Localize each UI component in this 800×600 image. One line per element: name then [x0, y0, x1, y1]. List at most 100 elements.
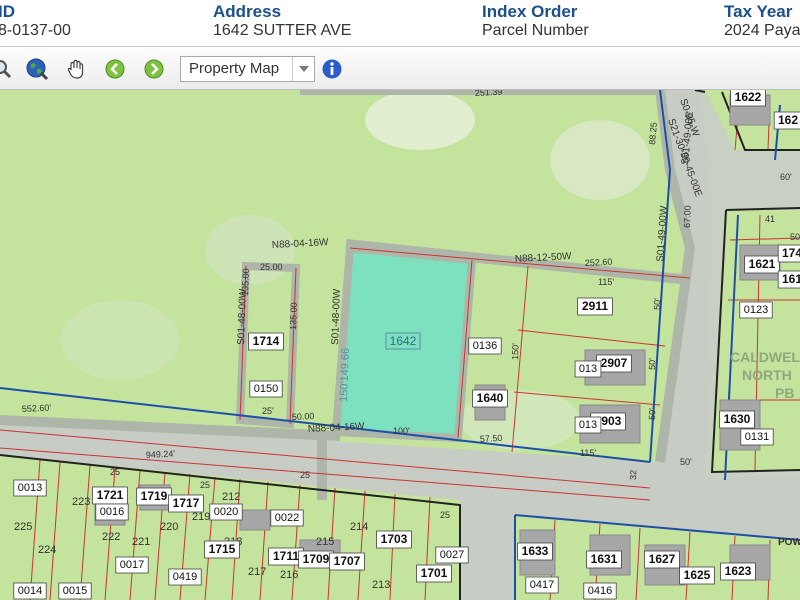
parcel-id-label[interactable]: 0027: [440, 549, 464, 561]
address-label[interactable]: 1627: [649, 552, 676, 566]
parcel-id-label[interactable]: 0419: [173, 571, 197, 583]
lot-number-label: 220: [160, 521, 178, 533]
selected-parcel-number[interactable]: 1642: [390, 334, 417, 348]
parcel-id-label[interactable]: 0016: [100, 506, 124, 518]
address-label[interactable]: 174: [782, 246, 800, 260]
dimension-label: 50': [790, 232, 800, 242]
address-label[interactable]: 1721: [97, 488, 124, 502]
map-canvas[interactable]: N88-04-16WN88-12-50WS01-48-00WS01-48-00W…: [0, 90, 800, 600]
parcel-id-label[interactable]: 013: [579, 419, 597, 431]
dimension-label: 25.00: [260, 262, 283, 272]
address-label[interactable]: 161: [782, 272, 800, 286]
address-label[interactable]: 1714: [253, 334, 280, 348]
address-label[interactable]: 2907: [601, 356, 628, 370]
parcel-id-label[interactable]: 0020: [214, 506, 238, 518]
dimension-label: 50': [647, 358, 657, 370]
parcel-id-label[interactable]: 0150: [254, 383, 278, 395]
address-label[interactable]: 1640: [477, 391, 504, 405]
address-label[interactable]: 1623: [725, 564, 752, 578]
parcel-id-label[interactable]: 0017: [120, 559, 144, 571]
tree-canopy: [60, 300, 180, 380]
dimension-label: 115': [598, 277, 614, 287]
bearing-label: S01-48-00W: [330, 288, 343, 345]
address-label[interactable]: 1707: [334, 554, 361, 568]
parcel-id-label[interactable]: 0123: [744, 304, 768, 316]
dimension-label: 67.00: [682, 205, 693, 228]
tree-canopy: [550, 120, 650, 200]
selected-parcel-depth: 150'149.66: [338, 348, 352, 402]
globe-icon[interactable]: [25, 57, 49, 81]
dimension-label: 150': [510, 343, 521, 360]
district-label: PB: [775, 385, 794, 401]
dimension-label: 252.60: [585, 257, 613, 268]
layer-select-value: Property Map: [189, 60, 280, 77]
address-label[interactable]: 1717: [173, 496, 200, 510]
address-label: Address: [213, 2, 282, 21]
parcel-id-label[interactable]: 0416: [588, 585, 612, 597]
dimension-label: 25: [440, 510, 450, 520]
dimension-label: 50.00: [292, 411, 315, 422]
pan-hand-icon[interactable]: [64, 57, 88, 81]
dimension-label: 88.25: [647, 122, 659, 145]
dimension-label: 135.00: [240, 268, 251, 296]
id-label: ID: [0, 2, 15, 21]
id-value: 8-0137-00: [0, 22, 71, 39]
lot-number-label: 212: [222, 491, 240, 503]
lot-number-label: 216: [280, 569, 298, 581]
back-arrow-icon[interactable]: [103, 57, 127, 81]
address-label[interactable]: 1622: [735, 90, 762, 104]
layer-select[interactable]: Property Map: [180, 56, 315, 82]
tax-year-column: Tax Year 2024 Paya: [724, 2, 800, 41]
district-label: NORTH: [742, 367, 792, 383]
parcel-id-label[interactable]: 0014: [18, 585, 42, 597]
address-label[interactable]: 1715: [209, 542, 236, 556]
id-column: ID 8-0137-00: [0, 2, 71, 41]
lot-number-label: 213: [372, 579, 390, 591]
forward-arrow-icon[interactable]: [142, 57, 166, 81]
address-label[interactable]: 1631: [591, 552, 618, 566]
index-order-column: Index Order Parcel Number: [482, 2, 589, 41]
parcel-id-label[interactable]: 0015: [63, 585, 87, 597]
chevron-down-icon[interactable]: [292, 57, 314, 81]
dimension-label: 552.60': [22, 402, 52, 414]
parcel-id-label[interactable]: 0013: [18, 482, 42, 494]
address-label[interactable]: 162: [778, 113, 798, 127]
parcel-id-label[interactable]: 013: [579, 363, 597, 375]
dimension-label: 949.24': [146, 448, 176, 460]
property-map[interactable]: N88-04-16W N88-12-50W S01-48-00W S01-48-00W…: [0, 90, 800, 600]
zoom-icon[interactable]: [0, 57, 14, 81]
address-label[interactable]: 1703: [381, 532, 408, 546]
index-order-label: Index Order: [482, 2, 578, 21]
lot-number-label: 222: [102, 531, 120, 543]
district-label: CALDWEL: [730, 349, 800, 365]
address-label[interactable]: 1709: [303, 552, 330, 566]
building: [239, 509, 271, 531]
address-label[interactable]: 1711: [273, 549, 299, 563]
address-column: Address 1642 SUTTER AVE: [213, 2, 351, 41]
parcel-id-label[interactable]: 0022: [275, 512, 299, 524]
lot-number-label: 215: [316, 536, 334, 548]
info-icon[interactable]: [320, 57, 344, 81]
parcel-id-label[interactable]: 0131: [745, 431, 769, 443]
dimension-label: 25: [110, 467, 120, 477]
address-label[interactable]: 2911: [582, 299, 608, 313]
address-label[interactable]: 1633: [522, 544, 549, 558]
dimension-label: 57.50: [480, 433, 503, 444]
index-order-value: Parcel Number: [482, 22, 589, 39]
dimension-label: 25: [200, 480, 210, 490]
parcel-id-label[interactable]: 0417: [530, 579, 554, 591]
address-label[interactable]: 1630: [724, 412, 751, 426]
parcel-id-label[interactable]: 0136: [473, 340, 497, 352]
dimension-label: 41: [765, 214, 775, 224]
map-toolbar: Property Map: [0, 47, 800, 90]
parcel-info-header: ID 8-0137-00 Address 1642 SUTTER AVE Ind…: [0, 0, 800, 47]
lot-number-label: 224: [38, 544, 56, 556]
dimension-label: 50': [647, 408, 657, 420]
address-label[interactable]: 1621: [749, 257, 776, 271]
address-label[interactable]: 1719: [141, 489, 168, 503]
lot-number-label: 221: [132, 536, 150, 548]
address-label[interactable]: 1701: [421, 566, 448, 580]
lot-number-label: 219: [192, 511, 210, 523]
lot-number-label: 214: [350, 521, 368, 533]
address-label[interactable]: 1625: [684, 568, 711, 582]
